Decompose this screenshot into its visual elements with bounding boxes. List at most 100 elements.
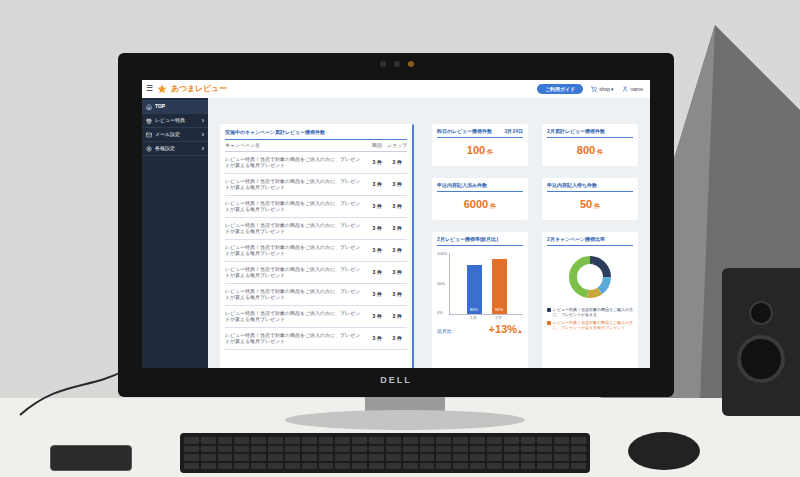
key — [487, 437, 502, 444]
key — [285, 454, 300, 461]
chart-bar: 90% — [492, 259, 507, 314]
table-row[interactable]: レビュー特典！当店で対象の商品をご購入の方に、プレゼントが貰える毎月プレゼント3… — [225, 328, 407, 350]
stat-unit: 件 — [487, 148, 493, 156]
speaker-woofer — [737, 335, 785, 383]
key — [268, 454, 283, 461]
table-row[interactable]: レビュー特典！当店で対象の商品をご購入の方に、プレゼントが貰える毎月プレゼント3… — [225, 152, 407, 174]
donut-segment — [573, 260, 607, 294]
product-count: 3 件 — [367, 225, 387, 232]
key — [352, 446, 367, 453]
campaign-name: レビュー特典！当店で対象の商品をご購入の方に、プレゼントが貰える毎月プレゼント — [225, 245, 367, 257]
column-header: ショップ — [387, 142, 407, 149]
sidebar-item-arrow: › — [202, 131, 204, 138]
stat-value: 50 — [580, 198, 592, 211]
rate-chart-plot: 80%90%1月2月 — [449, 251, 523, 321]
product-count: 3 件 — [367, 181, 387, 188]
sidebar-item-label: 各種設定 — [155, 145, 199, 152]
key — [184, 446, 199, 453]
main-area: 実施中のキャンペーン累計レビュー獲得件数キャンペーン名商品ショップレビュー特典！… — [208, 98, 650, 368]
bar-label: 1月 — [466, 315, 481, 321]
key — [487, 446, 502, 453]
rate-chart: 100%50%0%80%90%1月2月 — [437, 251, 523, 321]
axis-tick: 100% — [437, 251, 447, 256]
shop-menu[interactable]: shop ▾ — [591, 86, 614, 93]
table-row[interactable]: レビュー特典！当店で対象の商品をご購入の方に、プレゼントが貰える毎月プレゼント3… — [225, 284, 407, 306]
key — [218, 454, 233, 461]
key — [386, 454, 401, 461]
key — [470, 446, 485, 453]
donut-segment — [573, 260, 607, 294]
sidebar-item-icon — [146, 146, 152, 152]
key — [234, 454, 249, 461]
key — [420, 437, 435, 444]
user-icon — [622, 86, 628, 92]
key — [453, 463, 468, 470]
key — [335, 437, 350, 444]
app-header: ☰あつまレビューご利用ガイドshop ▾name — [142, 80, 650, 98]
key — [386, 446, 401, 453]
rate-chart-ticks: 100%50%0% — [437, 251, 447, 315]
monitor: ☰あつまレビューご利用ガイドshop ▾nameTOPレビュー特典›メール設定›… — [118, 53, 674, 397]
key — [403, 463, 418, 470]
campaign-name: レビュー特典！当店で対象の商品をご購入の方に、プレゼントが貰える毎月プレゼント — [225, 333, 367, 345]
key — [251, 454, 266, 461]
stat-card-header: 申込内容記入待ち件数 — [547, 182, 633, 192]
key — [319, 437, 334, 444]
ratio-chart-card: 2月キャンペーン獲得比率レビュー特典！当店対象の商品をご購入の方に、プレゼントが… — [542, 232, 638, 368]
key — [554, 463, 569, 470]
stat-value-row: 50件 — [547, 198, 633, 211]
product-count: 3 件 — [367, 247, 387, 254]
user-menu[interactable]: name — [622, 86, 643, 93]
key — [420, 463, 435, 470]
key — [268, 437, 283, 444]
rate-chart-title: 2月レビュー獲得率(前月比) — [437, 236, 523, 246]
table-row[interactable]: レビュー特典！当店で対象の商品をご購入の方に、プレゼントが貰える毎月プレゼント 3… — [225, 196, 407, 218]
stat-unit: 件 — [490, 202, 496, 210]
key — [218, 446, 233, 453]
key — [537, 463, 552, 470]
sidebar-item[interactable]: レビュー特典› — [142, 114, 208, 128]
phone — [50, 445, 132, 471]
sidebar-item[interactable]: メール設定› — [142, 128, 208, 142]
up-arrow: ▲ — [517, 328, 523, 334]
guide-button[interactable]: ご利用ガイド — [537, 84, 583, 94]
key — [386, 437, 401, 444]
key — [403, 437, 418, 444]
sidebar-item[interactable]: 各種設定› — [142, 142, 208, 156]
sidebar-item-icon — [146, 104, 152, 110]
key — [251, 463, 266, 470]
campaign-name: レビュー特典！当店で対象の商品をご購入の方に、プレゼントが貰える毎月プレゼント — [225, 179, 367, 191]
table-row[interactable]: レビュー特典！当店で対象の商品をご購入の方に、プレゼントが貰える毎月プレゼント3… — [225, 262, 407, 284]
campaign-name: レビュー特典！当店で対象の商品をご購入の方に、プレゼントが貰える毎月プレゼント — [225, 311, 367, 323]
table-row[interactable]: レビュー特典！当店で対象の商品をご購入の方に、プレゼントが貰える毎月プレゼント3… — [225, 174, 407, 196]
key — [201, 463, 216, 470]
mouse — [628, 432, 700, 470]
key — [537, 446, 552, 453]
campaign-name: レビュー特典！当店で対象の商品をご購入の方に、プレゼントが貰える毎月プレゼント — [225, 201, 367, 213]
sidebar-item[interactable]: TOP — [142, 100, 208, 114]
menu-button[interactable]: ☰ — [146, 84, 153, 94]
key — [184, 463, 199, 470]
table-row[interactable]: レビュー特典！当店で対象の商品をご購入の方に、プレゼントが貰える毎月プレゼント3… — [225, 306, 407, 328]
compare-label: 前月比 — [437, 328, 452, 335]
shop-count: 3 件 — [387, 203, 407, 210]
webcam-lens — [380, 61, 386, 67]
stat-value-row: 800件 — [547, 144, 633, 157]
legend-item: レビュー特典！当店対象の商品をご購入の方に、プレゼントが貰える — [547, 307, 633, 317]
key — [571, 454, 586, 461]
table-row[interactable]: レビュー特典！当店で対象の商品をご購入の方に、プレゼントが貰える毎月プレゼント3… — [225, 240, 407, 262]
key — [521, 454, 536, 461]
key — [436, 437, 451, 444]
table-row[interactable]: レビュー特典！当店で対象の商品をご購入の方に、プレゼントが貰える毎月プレゼント3… — [225, 218, 407, 240]
key — [571, 437, 586, 444]
key — [335, 463, 350, 470]
key — [537, 437, 552, 444]
key — [268, 463, 283, 470]
compare-row: 前月比+13%▲ — [437, 323, 523, 341]
donut-wrap — [547, 252, 633, 302]
key — [453, 437, 468, 444]
key — [201, 437, 216, 444]
webcam — [380, 61, 414, 67]
key — [302, 446, 317, 453]
donut-segment — [573, 260, 607, 294]
